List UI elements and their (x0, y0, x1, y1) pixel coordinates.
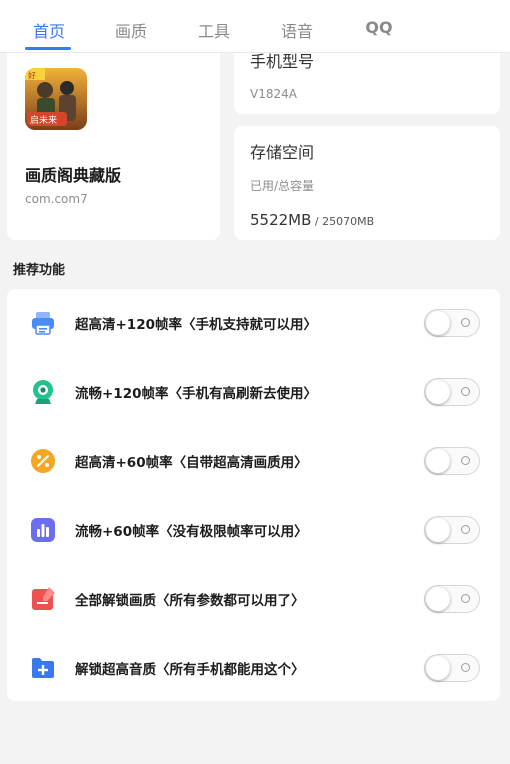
tab-voice[interactable]: 语音 (262, 18, 332, 42)
tab-quality[interactable]: 画质 (96, 18, 166, 42)
storage-subtitle: 已用/总容量 (250, 179, 315, 193)
toggle-off-indicator (461, 663, 470, 672)
toggle-off-indicator (461, 594, 470, 603)
storage-card: 存储空间 已用/总容量 5522MB / 25070MB (234, 126, 500, 240)
feature-toggle[interactable] (424, 585, 480, 613)
folder-add-icon (29, 654, 57, 682)
feature-toggle[interactable] (424, 378, 480, 406)
feature-toggle[interactable] (424, 516, 480, 544)
game-info-card[interactable]: 好 启未来 画质阁典藏版 com.com7 (7, 40, 220, 240)
storage-title: 存储空间 (250, 143, 315, 162)
webcam-icon (29, 378, 57, 406)
toggle-off-indicator (461, 525, 470, 534)
toggle-knob (426, 380, 450, 404)
feature-label: 超高清+60帧率〈自带超高清画质用〉 (75, 455, 308, 471)
feature-toggle[interactable] (424, 447, 480, 475)
feature-toggle[interactable] (424, 654, 480, 682)
toggle-off-indicator (461, 318, 470, 327)
feature-row[interactable]: 超高清+120帧率〈手机支持就可以用〉 (7, 289, 500, 358)
feature-row[interactable]: 解锁超高音质〈所有手机都能用这个〉 (7, 634, 500, 703)
printer-icon (29, 309, 57, 337)
storage-value: 5522MB / 25070MB (250, 210, 374, 229)
active-tab-indicator (25, 47, 71, 50)
percent-icon (29, 447, 57, 475)
phone-model-value: V1824A (250, 87, 297, 101)
toggle-off-indicator (461, 456, 470, 465)
bar-chart-icon (29, 516, 57, 544)
top-tab-bar: 首页 画质 工具 语音 QQ (0, 0, 510, 53)
storage-used: 5522MB (250, 211, 312, 229)
feature-row[interactable]: 流畅+120帧率〈手机有高刷新去使用〉 (7, 358, 500, 427)
feature-row[interactable]: 超高清+60帧率〈自带超高清画质用〉 (7, 427, 500, 496)
toggle-knob (426, 449, 450, 473)
tab-home[interactable]: 首页 (14, 18, 84, 42)
edit-icon (29, 585, 57, 613)
feature-label: 流畅+120帧率〈手机有高刷新去使用〉 (75, 386, 317, 402)
feature-row[interactable]: 全部解锁画质〈所有参数都可以用了〉 (7, 565, 500, 634)
svg-text:好: 好 (28, 70, 36, 80)
tab-tools[interactable]: 工具 (179, 18, 249, 42)
toggle-knob (426, 656, 450, 680)
storage-total: / 25070MB (311, 215, 375, 228)
svg-text:启未来: 启未来 (30, 114, 57, 126)
feature-label: 流畅+60帧率〈没有极限帧率可以用〉 (75, 524, 308, 540)
app-name: 画质阁典藏版 (25, 166, 122, 185)
feature-row[interactable]: 流畅+60帧率〈没有极限帧率可以用〉 (7, 496, 500, 565)
feature-label: 超高清+120帧率〈手机支持就可以用〉 (75, 317, 317, 333)
toggle-knob (426, 518, 450, 542)
toggle-knob (426, 587, 450, 611)
features-list: 超高清+120帧率〈手机支持就可以用〉 流畅+120帧率〈手机有高刷新去使用〉 (7, 289, 500, 701)
feature-label: 全部解锁画质〈所有参数都可以用了〉 (75, 593, 305, 609)
app-package-name: com.com7 (25, 192, 88, 206)
feature-toggle[interactable] (424, 309, 480, 337)
tab-qq[interactable]: QQ (344, 18, 414, 37)
section-title: 推荐功能 (13, 263, 66, 278)
toggle-knob (426, 311, 450, 335)
toggle-off-indicator (461, 387, 470, 396)
feature-label: 解锁超高音质〈所有手机都能用这个〉 (75, 662, 305, 678)
game-app-icon: 好 启未来 (25, 68, 87, 130)
